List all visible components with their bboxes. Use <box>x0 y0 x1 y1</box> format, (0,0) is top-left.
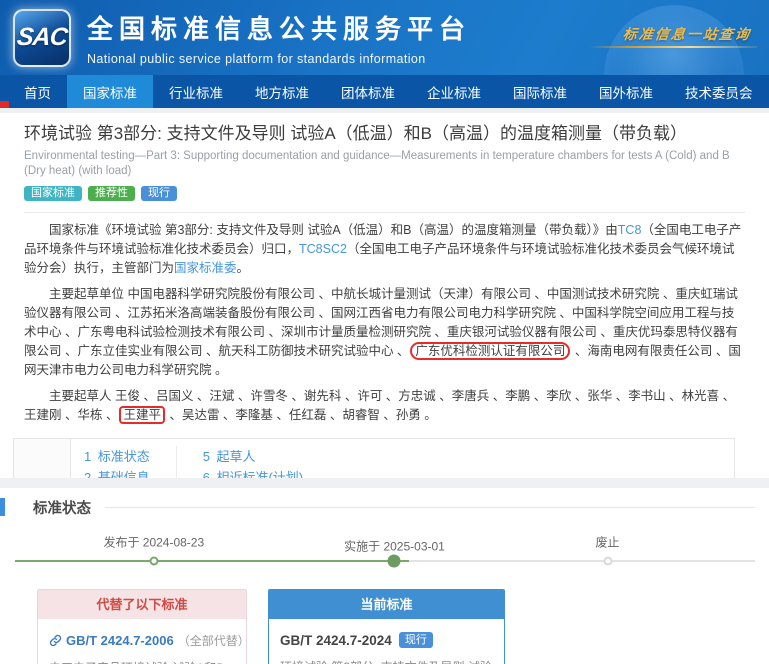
current-standard-code: GB/T 2424.7-2024 <box>280 633 392 648</box>
nav-item-enterprise-standards[interactable]: 企业标准 <box>411 75 497 108</box>
nav-item-group-standards[interactable]: 团体标准 <box>325 75 411 108</box>
sac-logo[interactable]: SAC <box>13 9 71 67</box>
highlighted-drafter-annotation: 王建平 <box>119 406 165 424</box>
text-run: 。 <box>237 261 250 275</box>
sac-logo-text: SAC <box>16 23 69 52</box>
standard-title-en: Environmental testing—Part 3: Supporting… <box>24 149 745 179</box>
nav-item-industry-standards[interactable]: 行业标准 <box>153 75 239 108</box>
timeline-node-published: 发布于 2024-08-23 <box>149 557 158 566</box>
nav-item-international-standards[interactable]: 国际标准 <box>497 75 583 108</box>
drafters-paragraph: 主要起草人 王俊 、吕国义 、汪斌 、许雪冬 、谢先科 、许可 、方忠诚 、李唐… <box>24 387 745 425</box>
status-section-header: 标准状态 <box>0 497 769 517</box>
toc-link-5[interactable]: 5 起草人 <box>203 446 303 467</box>
current-standard-desc: 环境试验 第3部分: 支持文件及导则 试验A（低温）和B（高温）的温度箱测量（带… <box>280 658 493 664</box>
slogan-underline <box>589 46 757 48</box>
current-card-header: 当前标准 <box>269 590 504 619</box>
tag-2: 现行 <box>141 186 177 201</box>
tag-row: 国家标准推荐性现行 <box>24 186 745 202</box>
standard-title: 环境试验 第3部分: 支持文件及导则 试验A（低温）和B（高温）的温度箱测量（带… <box>24 123 745 145</box>
toc-body: 1 标准状态2 基础信息3 采标情况4 起草单位 5 起草人6 相近标准(计划) <box>71 439 734 478</box>
title-divider <box>24 212 745 213</box>
toc-link-1[interactable]: 1 标准状态 <box>84 446 150 467</box>
timeline-label-implemented: 实施于 2025-03-01 <box>344 538 445 555</box>
replaced-standard-link[interactable]: GB/T 2424.7-2006 <box>66 633 174 648</box>
heading-rule <box>105 507 755 508</box>
timeline-label-published: 发布于 2024-08-23 <box>103 534 204 551</box>
section-gap <box>0 478 769 488</box>
site-titles: 全国标准信息公共服务平台 National public service pla… <box>87 9 471 66</box>
header-slogan: 标准信息一站查询 <box>622 24 753 44</box>
toc-column-2: 5 起草人6 相近标准(计划) <box>176 446 329 478</box>
replaced-card-header: 代替了以下标准 <box>38 590 246 619</box>
text-run: 国家标准《环境试验 第3部分: 支持文件及导则 试验A（低温）和B（高温）的温度… <box>49 223 618 237</box>
timeline-node-implemented: 实施于 2025-03-01 <box>388 555 401 568</box>
timeline-node-abolished: 废止 <box>603 557 612 566</box>
link-icon <box>49 634 62 647</box>
status-badge: 现行 <box>399 632 433 648</box>
status-heading: 标准状态 <box>33 497 91 518</box>
nav-item-technical-committees[interactable]: 技术委员会 <box>669 75 769 108</box>
current-card-body: GB/T 2424.7-2024 现行 环境试验 第3部分: 支持文件及导则 试… <box>269 619 504 664</box>
toc-link-2[interactable]: 2 基础信息 <box>84 467 150 478</box>
nav-item-national-standards[interactable]: 国家标准 <box>67 75 153 108</box>
site-title: 全国标准信息公共服务平台 <box>87 9 471 46</box>
tc8sc2-link[interactable]: TC8SC2 <box>299 242 347 256</box>
nav-red-marker <box>0 101 9 108</box>
standard-info-section: 环境试验 第3部分: 支持文件及导则 试验A（低温）和B（高温）的温度箱测量（带… <box>0 113 769 478</box>
governance-paragraph: 国家标准《环境试验 第3部分: 支持文件及导则 试验A（低温）和B（高温）的温度… <box>24 221 745 278</box>
status-section: 标准状态 发布于 2024-08-23 实施于 2025-03-01 废止 代替了以… <box>0 488 769 664</box>
replaced-standard-desc: 电工电子产品环境试验 试验A和B（带负载）用温度试验箱的测量 <box>49 659 235 664</box>
tag-1: 推荐性 <box>88 186 135 201</box>
section-accent-bar <box>0 498 5 516</box>
timeline-progress <box>15 560 409 562</box>
sac-link[interactable]: 国家标准委 <box>174 261 237 275</box>
tag-0: 国家标准 <box>24 186 82 201</box>
site-header: SAC 全国标准信息公共服务平台 National public service… <box>0 0 769 75</box>
replaced-card-body: GB/T 2424.7-2006 （全部代替） 电工电子产品环境试验 试验A和B… <box>38 619 246 664</box>
tc8-link[interactable]: TC8 <box>618 223 642 237</box>
highlighted-company-annotation: 广东优科检测认证有限公司 <box>410 342 570 360</box>
site-subtitle: National public service platform for sta… <box>87 52 471 66</box>
standards-cards: 代替了以下标准 GB/T 2424.7-2006 （全部代替） 电工电子产品环境… <box>37 589 769 664</box>
toc-label: 目录 <box>14 439 71 478</box>
nav-item-local-standards[interactable]: 地方标准 <box>239 75 325 108</box>
replaced-note: （全部代替） <box>178 632 247 649</box>
current-standard-card: 当前标准 GB/T 2424.7-2024 现行 环境试验 第3部分: 支持文件… <box>268 589 505 664</box>
toc-column-1: 1 标准状态2 基础信息3 采标情况4 起草单位 <box>71 446 176 478</box>
nav-item-foreign-standards[interactable]: 国外标准 <box>583 75 669 108</box>
nav-item-home[interactable]: 首页 <box>8 75 67 108</box>
toc-box: 目录 1 标准状态2 基础信息3 采标情况4 起草单位 5 起草人6 相近标准(… <box>13 438 735 478</box>
drafting-units-paragraph: 主要起草单位 中国电器科学研究院股份有限公司 、中航长城计量测试（天津）有限公司… <box>24 285 745 380</box>
text-run: 、吴达雷 、李隆基 、任红磊 、胡睿智 、孙勇 。 <box>166 408 437 422</box>
replaced-standard-card: 代替了以下标准 GB/T 2424.7-2006 （全部代替） 电工电子产品环境… <box>37 589 247 664</box>
status-timeline: 发布于 2024-08-23 实施于 2025-03-01 废止 <box>0 529 769 575</box>
toc-link-6[interactable]: 6 相近标准(计划) <box>203 467 303 478</box>
main-nav: 首页国家标准行业标准地方标准团体标准企业标准国际标准国外标准技术委员会 <box>0 75 769 108</box>
timeline-label-abolished: 废止 <box>595 534 619 551</box>
